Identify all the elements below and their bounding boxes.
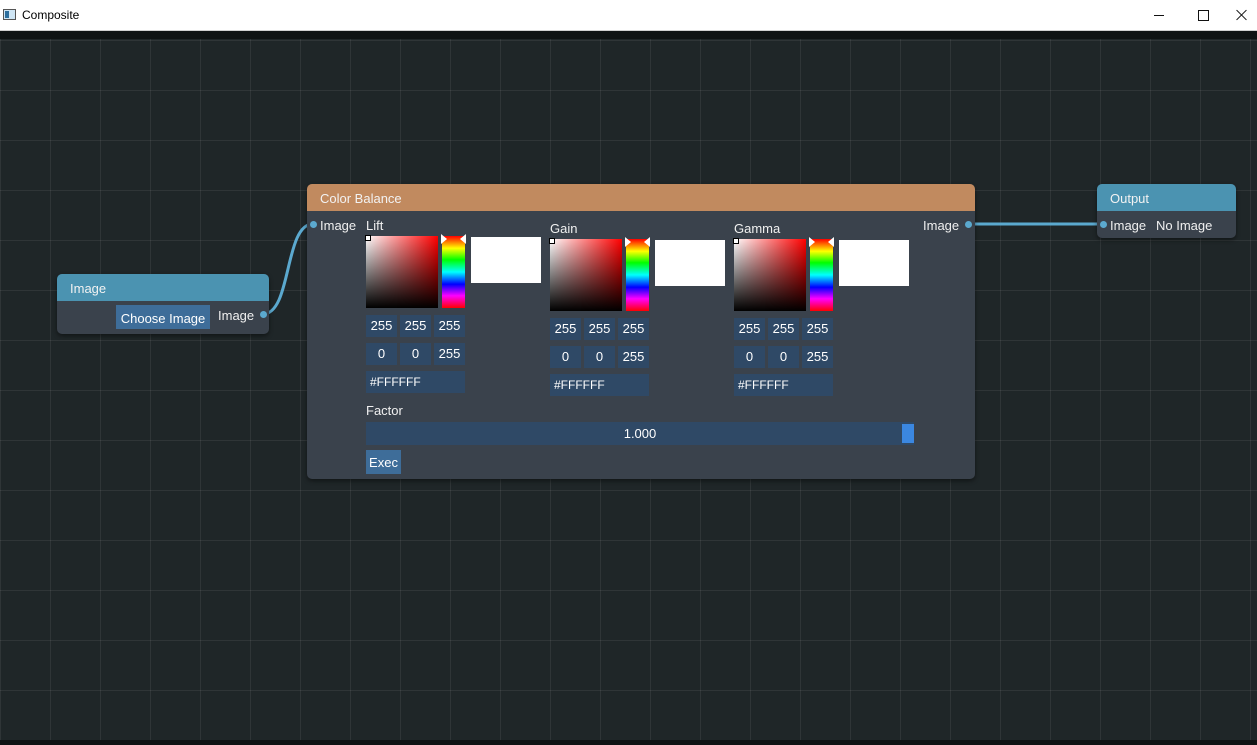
gain-green-input[interactable]: 255	[584, 318, 615, 340]
color-balance-output-port[interactable]	[965, 221, 972, 228]
image-output-port[interactable]	[260, 311, 267, 318]
gamma-color-swatch	[839, 240, 909, 286]
canvas-bottom-border	[0, 740, 1257, 745]
lift-color-picker: 255 255 255 0 0 255 #FFFFFF	[365, 234, 546, 406]
gain-sv-handle[interactable]	[549, 238, 555, 244]
gain-label: Gain	[550, 221, 578, 236]
gain-hue-input[interactable]: 0	[550, 346, 581, 368]
maximize-icon	[1197, 9, 1209, 21]
output-status-text: No Image	[1156, 218, 1213, 233]
gain-hex-input[interactable]: #FFFFFF	[550, 374, 649, 396]
gamma-color-picker: 255 255 255 0 0 255 #FFFFFF	[733, 237, 914, 409]
gain-saturation-value-area[interactable]	[549, 238, 622, 311]
gamma-saturation-input[interactable]: 0	[768, 346, 799, 368]
app-icon	[3, 9, 16, 20]
gamma-hue-bar[interactable]	[810, 239, 833, 311]
window-title-bar: Composite	[0, 0, 1257, 31]
gamma-hex-input[interactable]: #FFFFFF	[734, 374, 833, 396]
gain-hue-bar[interactable]	[626, 239, 649, 311]
gain-color-swatch	[655, 240, 725, 286]
lift-value-input[interactable]: 255	[434, 343, 465, 365]
window-title: Composite	[22, 8, 80, 22]
lift-hue-marker-right-icon	[460, 234, 466, 244]
lift-color-swatch	[471, 237, 541, 283]
lift-saturation-value-area[interactable]	[365, 235, 438, 308]
gamma-label: Gamma	[734, 221, 781, 236]
lift-label: Lift	[366, 218, 384, 233]
factor-slider-handle[interactable]	[902, 424, 914, 443]
close-button[interactable]	[1226, 0, 1257, 30]
gamma-blue-input[interactable]: 255	[802, 318, 833, 340]
choose-image-button[interactable]: Choose Image	[116, 305, 210, 329]
lift-hex-input[interactable]: #FFFFFF	[366, 371, 465, 393]
color-balance-node[interactable]: Color Balance Image Image Lift 255 255 2…	[307, 184, 975, 479]
color-balance-node-header[interactable]: Color Balance	[307, 184, 975, 211]
image-output-port-label: Image	[218, 308, 255, 323]
gamma-green-input[interactable]: 255	[768, 318, 799, 340]
factor-value: 1.000	[623, 426, 657, 441]
gamma-sv-handle[interactable]	[733, 238, 739, 244]
lift-red-input[interactable]: 255	[366, 315, 397, 337]
factor-slider[interactable]: 1.000	[366, 422, 914, 445]
minimize-button[interactable]	[1136, 0, 1182, 30]
lift-saturation-input[interactable]: 0	[400, 343, 431, 365]
color-balance-output-port-label: Image	[923, 218, 960, 233]
gamma-hue-input[interactable]: 0	[734, 346, 765, 368]
gain-blue-input[interactable]: 255	[618, 318, 649, 340]
canvas-top-border	[0, 31, 1257, 39]
gamma-hue-marker-right-icon	[828, 237, 834, 247]
lift-hue-marker-left-icon	[441, 234, 447, 244]
gamma-value-input[interactable]: 255	[802, 346, 833, 368]
lift-hue-input[interactable]: 0	[366, 343, 397, 365]
gamma-saturation-value-area[interactable]	[733, 238, 806, 311]
output-node[interactable]: Output Image No Image	[1097, 184, 1236, 238]
lift-sv-handle[interactable]	[365, 235, 371, 241]
gamma-red-input[interactable]: 255	[734, 318, 765, 340]
gain-hue-marker-right-icon	[644, 237, 650, 247]
output-node-header[interactable]: Output	[1097, 184, 1236, 211]
output-input-port[interactable]	[1100, 221, 1107, 228]
gain-red-input[interactable]: 255	[550, 318, 581, 340]
color-balance-input-port-label: Image	[320, 218, 357, 233]
color-balance-input-port[interactable]	[310, 221, 317, 228]
image-node-header[interactable]: Image	[57, 274, 269, 301]
output-input-port-label: Image	[1110, 218, 1147, 233]
exec-button[interactable]: Exec	[366, 450, 401, 474]
factor-label: Factor	[366, 403, 403, 418]
image-node[interactable]: Image Choose Image Image	[57, 274, 269, 334]
lift-blue-input[interactable]: 255	[434, 315, 465, 337]
lift-hue-bar[interactable]	[442, 236, 465, 308]
gain-hue-marker-left-icon	[625, 237, 631, 247]
minimize-icon	[1154, 14, 1164, 16]
close-icon	[1236, 9, 1248, 21]
maximize-button[interactable]	[1180, 0, 1226, 30]
gain-saturation-input[interactable]: 0	[584, 346, 615, 368]
gamma-hue-marker-left-icon	[809, 237, 815, 247]
gain-color-picker: 255 255 255 0 0 255 #FFFFFF	[549, 237, 730, 409]
lift-green-input[interactable]: 255	[400, 315, 431, 337]
gain-value-input[interactable]: 255	[618, 346, 649, 368]
